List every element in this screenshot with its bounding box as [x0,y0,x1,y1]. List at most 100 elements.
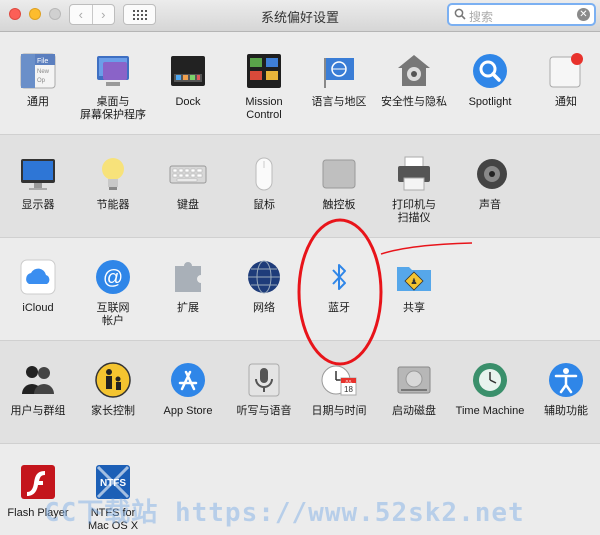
pref-security-privacy[interactable]: 安全性与隐私 [376,52,452,109]
pref-dock[interactable]: Dock [150,52,226,109]
pref-sharing[interactable]: ♟ 共享 [376,258,452,315]
pref-spotlight[interactable]: Spotlight [452,52,528,109]
pref-language-region[interactable]: 语言与地区 [301,52,377,109]
pref-label: 通用 [27,96,49,108]
pref-label: 键盘 [177,199,199,211]
sharing-folder-icon: ♟ [397,267,431,291]
pref-label: Time Machine [455,405,525,417]
pref-bluetooth[interactable]: 蓝牙 [301,258,377,315]
pref-mission-control[interactable]: Mission Control [226,52,302,122]
pref-extensions[interactable]: 扩展 [150,258,226,315]
svg-text:♟: ♟ [410,277,417,286]
search-field[interactable]: 搜索 ✕ [447,3,596,26]
pref-date-time[interactable]: JUL 18 日期与时间 [301,361,377,418]
users-icon [22,366,54,394]
pref-label: 网络 [253,302,275,314]
watermark: CC下载站 https://www.52sk2.net [44,498,525,528]
keyboard-icon [169,165,207,184]
pref-energy-saver[interactable]: 节能器 [75,155,151,212]
ntfs-icon-text: NTFS [100,478,126,489]
lightbulb-icon [102,158,124,190]
pref-keyboard[interactable]: 键盘 [150,155,226,212]
calendar-clock-icon: JUL 18 [321,365,357,396]
mission-control-icon [247,54,281,88]
pref-label: 听写与语音 [236,405,292,417]
pref-printers-scanners[interactable]: 打印机与 扫描仪 [376,155,452,225]
pref-notifications[interactable]: 通知 [528,52,600,109]
general-icon: File New Op [20,53,56,89]
svg-text:File: File [37,58,48,65]
pref-label: 声音 [479,199,501,211]
pref-trackpad[interactable]: 触控板 [301,155,377,212]
pref-label: App Store [163,405,213,417]
notifications-icon [549,53,583,88]
pref-label: 语言与地区 [311,96,367,108]
dock-icon [171,56,205,86]
pref-app-store[interactable]: App Store [150,361,226,418]
pref-desktop-screensaver[interactable]: 桌面与 屏幕保护程序 [75,52,151,122]
pref-label: 打印机与 扫描仪 [392,199,436,224]
time-machine-icon [473,363,507,397]
pref-label: 显示器 [21,199,55,211]
pref-label: 日期与时间 [311,405,367,417]
pref-label: 启动磁盘 [392,405,436,417]
calendar-month: JUL [345,378,353,383]
pref-displays[interactable]: 显示器 [0,155,76,212]
search-icon [454,8,466,20]
title-bar: ‹ › 系统偏好设置 搜索 ✕ [0,0,600,32]
pref-label: 互联网 帐户 [96,302,130,327]
desktop-screensaver-icon [97,56,129,86]
pref-accessibility[interactable]: 辅助功能 [528,361,600,418]
pref-label: Dock [175,96,201,108]
close-icon: ✕ [579,9,588,20]
pref-icloud[interactable]: iCloud [0,258,76,315]
pref-startup-disk[interactable]: 启动磁盘 [376,361,452,418]
globe-icon [248,260,280,294]
microphone-icon [248,363,280,397]
pref-label: 鼠标 [253,199,275,211]
pref-users-groups[interactable]: 用户与群组 [0,361,76,418]
pref-label: 通知 [555,96,577,108]
speaker-icon [477,159,507,189]
clear-search-button[interactable]: ✕ [577,8,590,21]
pref-label: 安全性与隐私 [381,96,447,108]
pref-dictation-speech[interactable]: 听写与语音 [226,361,302,418]
house-lock-icon [398,55,430,86]
pref-label: 家长控制 [91,405,135,417]
pref-label: 辅助功能 [544,405,588,417]
pref-label: 蓝牙 [328,302,350,314]
trackpad-icon [322,159,356,189]
app-store-icon [171,363,205,397]
search-placeholder: 搜索 [469,10,494,24]
pref-sound[interactable]: 声音 [452,155,528,212]
pref-label: Spotlight [468,96,512,108]
svg-text:@: @ [103,267,123,289]
puzzle-icon [175,262,201,292]
accessibility-icon [549,363,583,397]
language-region-icon [324,58,354,88]
pref-general[interactable]: File New Op 通用 [0,52,76,109]
pref-label: Mission Control [245,96,283,121]
printer-icon [398,156,430,191]
cloud-icon [20,259,56,295]
pref-label: 用户与群组 [10,405,66,417]
pref-internet-accounts[interactable]: @ 互联网 帐户 [75,258,151,328]
bluetooth-icon [332,264,346,290]
svg-text:Op: Op [37,78,46,84]
pref-label: 扩展 [177,302,199,314]
pref-mouse[interactable]: 鼠标 [226,155,302,212]
mouse-icon [255,157,273,191]
pref-network[interactable]: 网络 [226,258,302,315]
spotlight-icon [473,54,507,88]
display-icon [21,159,55,190]
parental-controls-icon [95,362,131,398]
pref-time-machine[interactable]: Time Machine [452,361,528,418]
pref-label: 共享 [403,302,425,314]
at-sign-icon: @ [96,260,130,294]
svg-text:New: New [37,69,50,75]
pref-label: iCloud [22,302,54,314]
pref-label: 节能器 [96,199,130,211]
hard-disk-icon [397,366,431,394]
pref-label: 触控板 [322,199,356,211]
pref-parental-controls[interactable]: 家长控制 [75,361,151,418]
